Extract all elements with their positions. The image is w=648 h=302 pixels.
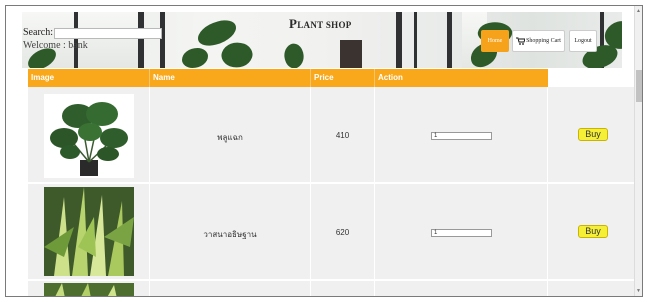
plant-leaf [279,40,309,68]
shopping-cart-label: Shopping Cart [526,38,561,44]
window-frame [447,12,452,68]
chair [340,40,362,68]
buy-cell: Buy [548,184,638,279]
product-name: พลูแฉก [217,133,243,142]
monstera-plant-image [50,102,128,176]
window-frame [414,12,417,68]
table-header-blank [548,69,638,87]
price-cell: 620 [311,184,375,279]
plant-leaf [182,48,208,68]
product-name: วาสนาอธิษฐาน [203,230,257,239]
shopping-cart-button[interactable]: Shopping Cart [512,30,565,52]
table-row: พลูแฉก 410 1 Buy [28,87,638,183]
home-button[interactable]: Home [481,30,509,52]
plant-leaf [218,37,256,68]
quantity-input[interactable]: 1 [431,132,492,140]
image-cell [28,87,150,182]
logout-button[interactable]: Logout [569,30,597,52]
column-header-price: Price [311,69,375,87]
product-price: 620 [335,228,350,237]
dracaena-plant-image [44,187,134,276]
window-frame [160,12,165,68]
browser-viewport: PLANT SHOP Search: Welcome : bank Home S… [5,5,643,297]
search-label: Search: [23,27,53,38]
buy-button[interactable]: Buy [578,128,608,141]
window-frame [138,12,144,68]
plant-image-partial [55,283,117,296]
name-cell [150,281,311,296]
column-header-image: Image [28,69,150,87]
product-image [44,187,134,276]
product-price: 410 [335,131,350,140]
table-row [28,281,638,296]
scroll-down-arrow-icon[interactable]: ▼ [636,288,641,294]
product-image [44,283,134,296]
table-row: วาสนาอธิษฐาน 620 1 Buy [28,184,638,280]
price-cell [311,281,375,296]
image-cell [28,281,150,296]
column-header-action: Action [378,73,403,82]
buy-cell: Buy [548,87,638,182]
action-cell [375,281,548,296]
welcome-text: Welcome : bank [23,40,88,51]
table-header: Image Name Price Action [28,69,548,87]
action-cell: 1 [375,87,548,182]
vertical-scrollbar[interactable]: ▲ ▼ [634,6,642,296]
column-header-name: Name [150,69,311,87]
scrollbar-thumb[interactable] [636,70,642,102]
cart-icon [516,37,526,45]
buy-button[interactable]: Buy [578,225,608,238]
name-cell: วาสนาอธิษฐาน [150,184,311,279]
action-cell: 1 [375,184,548,279]
image-cell [28,184,150,279]
scroll-up-arrow-icon[interactable]: ▲ [636,8,641,14]
product-image [44,94,134,178]
window-frame [396,12,402,68]
quantity-input[interactable]: 1 [431,229,492,237]
search-input[interactable] [54,28,162,39]
page-title: PLANT SHOP [289,16,352,31]
price-cell: 410 [311,87,375,182]
name-cell: พลูแฉก [150,87,311,182]
